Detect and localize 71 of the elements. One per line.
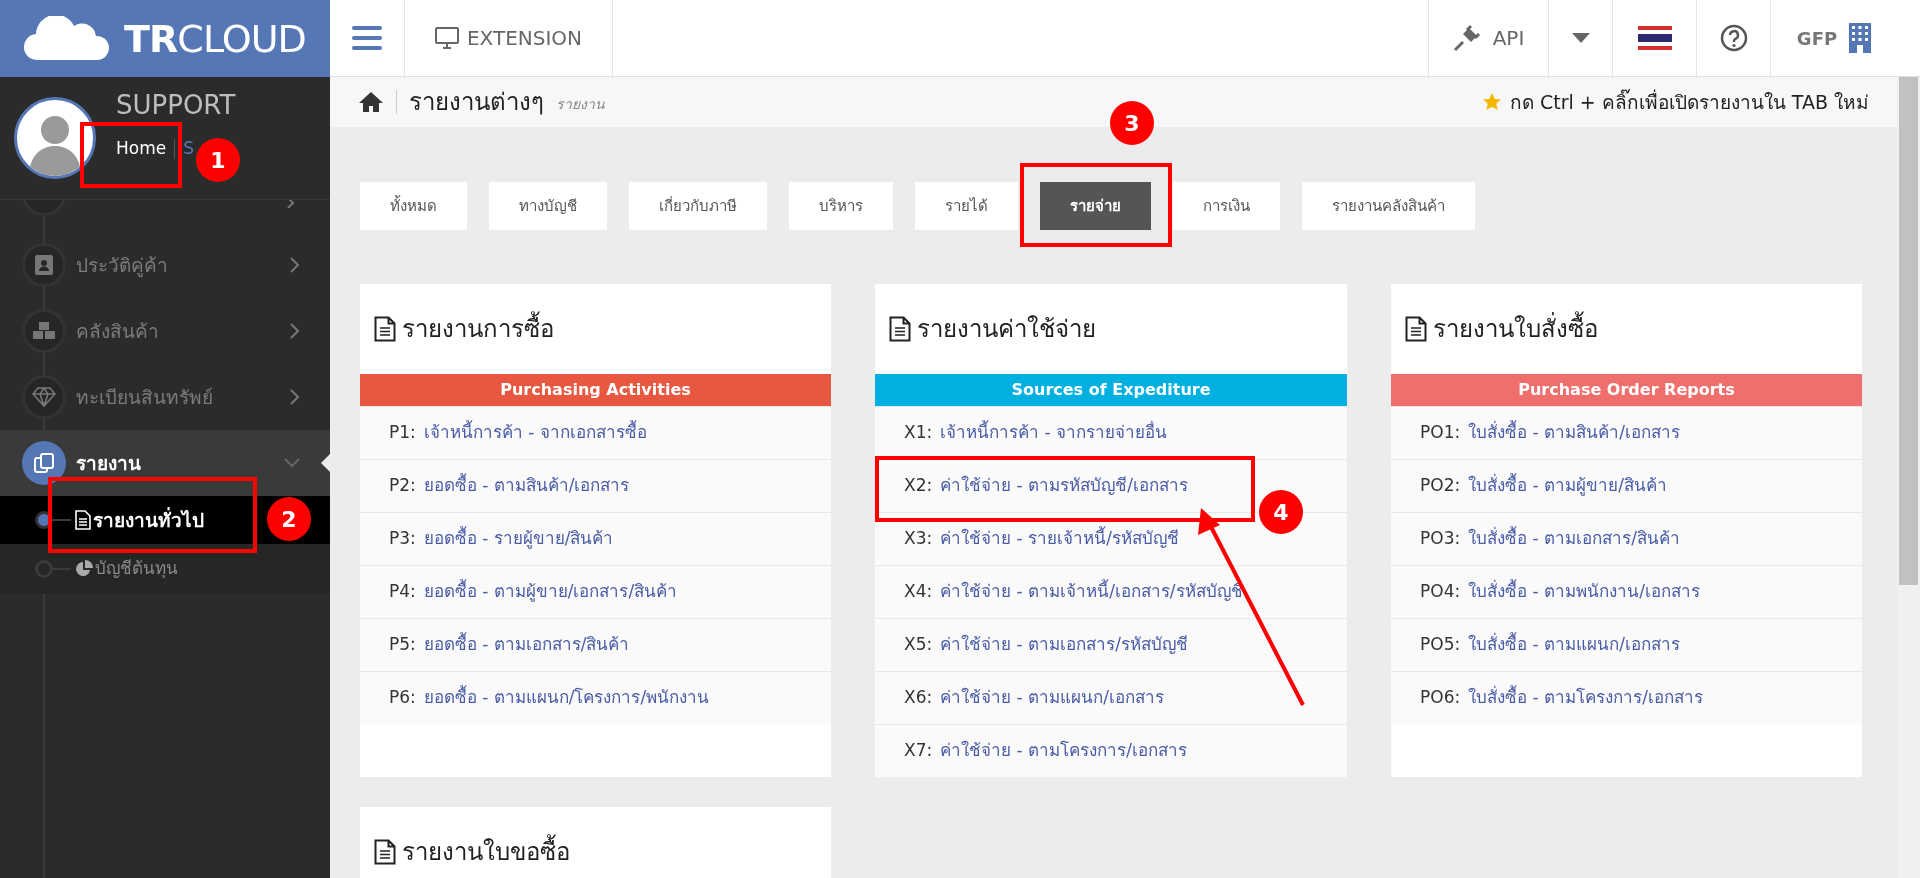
page-title: รายงานต่างๆ	[409, 87, 544, 118]
card-title: รายงานค่าใช้จ่าย	[917, 314, 1096, 345]
pie-chart-icon	[75, 560, 93, 578]
report-link[interactable]: X5: ค่าใช้จ่าย - ตามเอกสาร/รหัสบัญชี	[875, 618, 1347, 671]
star-icon	[1481, 92, 1502, 112]
chevron-right-icon	[290, 323, 300, 339]
help-icon	[1719, 24, 1748, 52]
account-button[interactable]: GFP	[1770, 0, 1897, 76]
chevron-down-icon	[284, 458, 300, 468]
api-button[interactable]: API	[1428, 0, 1548, 76]
report-link[interactable]: PO4: ใบสั่งซื้อ - ตามพนักงาน/เอกสาร	[1391, 565, 1862, 618]
report-link[interactable]: PO5: ใบสั่งซื้อ - ตามแผนก/เอกสาร	[1391, 618, 1862, 671]
report-link[interactable]: X6: ค่าใช้จ่าย - ตามแผนก/เอกสาร	[875, 671, 1347, 724]
active-pointer	[321, 454, 330, 472]
section-banner: Sources of Expediture	[875, 374, 1347, 406]
flag-icon	[1637, 26, 1672, 50]
chevron-right-icon	[290, 389, 300, 405]
hint-text: กด Ctrl + คลิ๊กเพื่อเปิดรายงานใน TAB ใหม่	[1509, 88, 1869, 115]
report-tab[interactable]: รายจ่าย	[1040, 182, 1151, 230]
report-link[interactable]: X7: ค่าใช้จ่าย - ตามโครงการ/เอกสาร	[875, 724, 1347, 777]
report-link[interactable]: PO6: ใบสั่งซื้อ - ตามโครงการ/เอกสาร	[1391, 671, 1862, 724]
caret-icon	[1571, 33, 1590, 43]
sidebar-item[interactable]: รายงาน	[0, 430, 330, 496]
document-icon	[374, 839, 396, 865]
report-link[interactable]: PO1: ใบสั่งซื้อ - ตามสินค้า/เอกสาร	[1391, 406, 1862, 459]
report-link[interactable]: P6: ยอดซื้อ - ตามแผนก/โครงการ/พนักงาน	[360, 671, 831, 724]
document-icon	[1405, 316, 1427, 342]
chevron-right-icon	[286, 200, 296, 208]
card-title: รายงานใบขอซื้อ	[402, 834, 570, 870]
monitor-icon	[434, 27, 459, 49]
report-link[interactable]: P3: ยอดซื้อ - รายผู้ขาย/สินค้า	[360, 512, 831, 565]
page-subtitle: รายงาน	[556, 94, 605, 114]
diamond-icon	[32, 387, 56, 407]
section-banner: Purchasing Activities	[360, 374, 831, 406]
boxes-icon	[33, 322, 55, 340]
report-link[interactable]: PO2: ใบสั่งซื้อ - ตามผู้ขาย/สินค้า	[1391, 459, 1862, 512]
logo-text: TRCLOUD	[124, 19, 306, 58]
menu-icon	[352, 26, 382, 50]
report-tab[interactable]: ทั้งหมด	[360, 182, 467, 230]
scrollbar-thumb[interactable]	[1899, 77, 1918, 585]
report-tab[interactable]: เกี่ยวกับภาษี	[629, 182, 767, 230]
report-link[interactable]: X4: ค่าใช้จ่าย - ตามเจ้าหนี้/เอกสาร/รหัสบัญชี	[875, 565, 1347, 618]
report-link[interactable]: X1: เจ้าหนี้การค้า - จากรายจ่ายอื่น	[875, 406, 1347, 459]
home-link[interactable]: Home	[116, 136, 167, 162]
document-icon	[75, 510, 91, 530]
report-link[interactable]: PO3: ใบสั่งซื้อ - ตามเอกสาร/สินค้า	[1391, 512, 1862, 565]
report-tab[interactable]: รายงานคลังสินค้า	[1302, 182, 1475, 230]
scrollbar[interactable]	[1897, 77, 1920, 878]
report-link[interactable]: P1: เจ้าหนี้การค้า - จากเอกสารซื้อ	[360, 406, 831, 459]
profile-name: SUPPORT	[116, 92, 236, 119]
home-icon	[358, 91, 384, 113]
documents-icon	[33, 452, 55, 474]
building-icon	[1849, 23, 1872, 53]
report-link[interactable]: P5: ยอดซื้อ - ตามเอกสาร/สินค้า	[360, 618, 831, 671]
plug-icon	[1452, 24, 1481, 52]
card-title: รายงานการซื้อ	[402, 311, 554, 347]
card-title: รายงานใบสั่งซื้อ	[1433, 311, 1598, 347]
report-link[interactable]: P2: ยอดซื้อ - ตามสินค้า/เอกสาร	[360, 459, 831, 512]
document-icon	[374, 316, 396, 342]
report-tab[interactable]: การเงิน	[1173, 182, 1280, 230]
submenu-item[interactable]: บัญชีต้นทุน	[0, 544, 330, 594]
report-tab[interactable]: ทางบัญชี	[489, 182, 607, 230]
report-link[interactable]: P4: ยอดซื้อ - ตามผู้ขาย/เอกสาร/สินค้า	[360, 565, 831, 618]
chevron-right-icon	[290, 257, 300, 273]
contact-card-icon	[35, 255, 53, 275]
extension-button[interactable]: EXTENSION	[405, 0, 613, 76]
document-icon	[889, 316, 911, 342]
report-tab[interactable]: รายได้	[915, 182, 1018, 230]
section-banner: Purchase Order Reports	[1391, 374, 1862, 406]
report-tab[interactable]: บริหาร	[789, 182, 893, 230]
step-number-badge: 3	[1110, 101, 1154, 145]
